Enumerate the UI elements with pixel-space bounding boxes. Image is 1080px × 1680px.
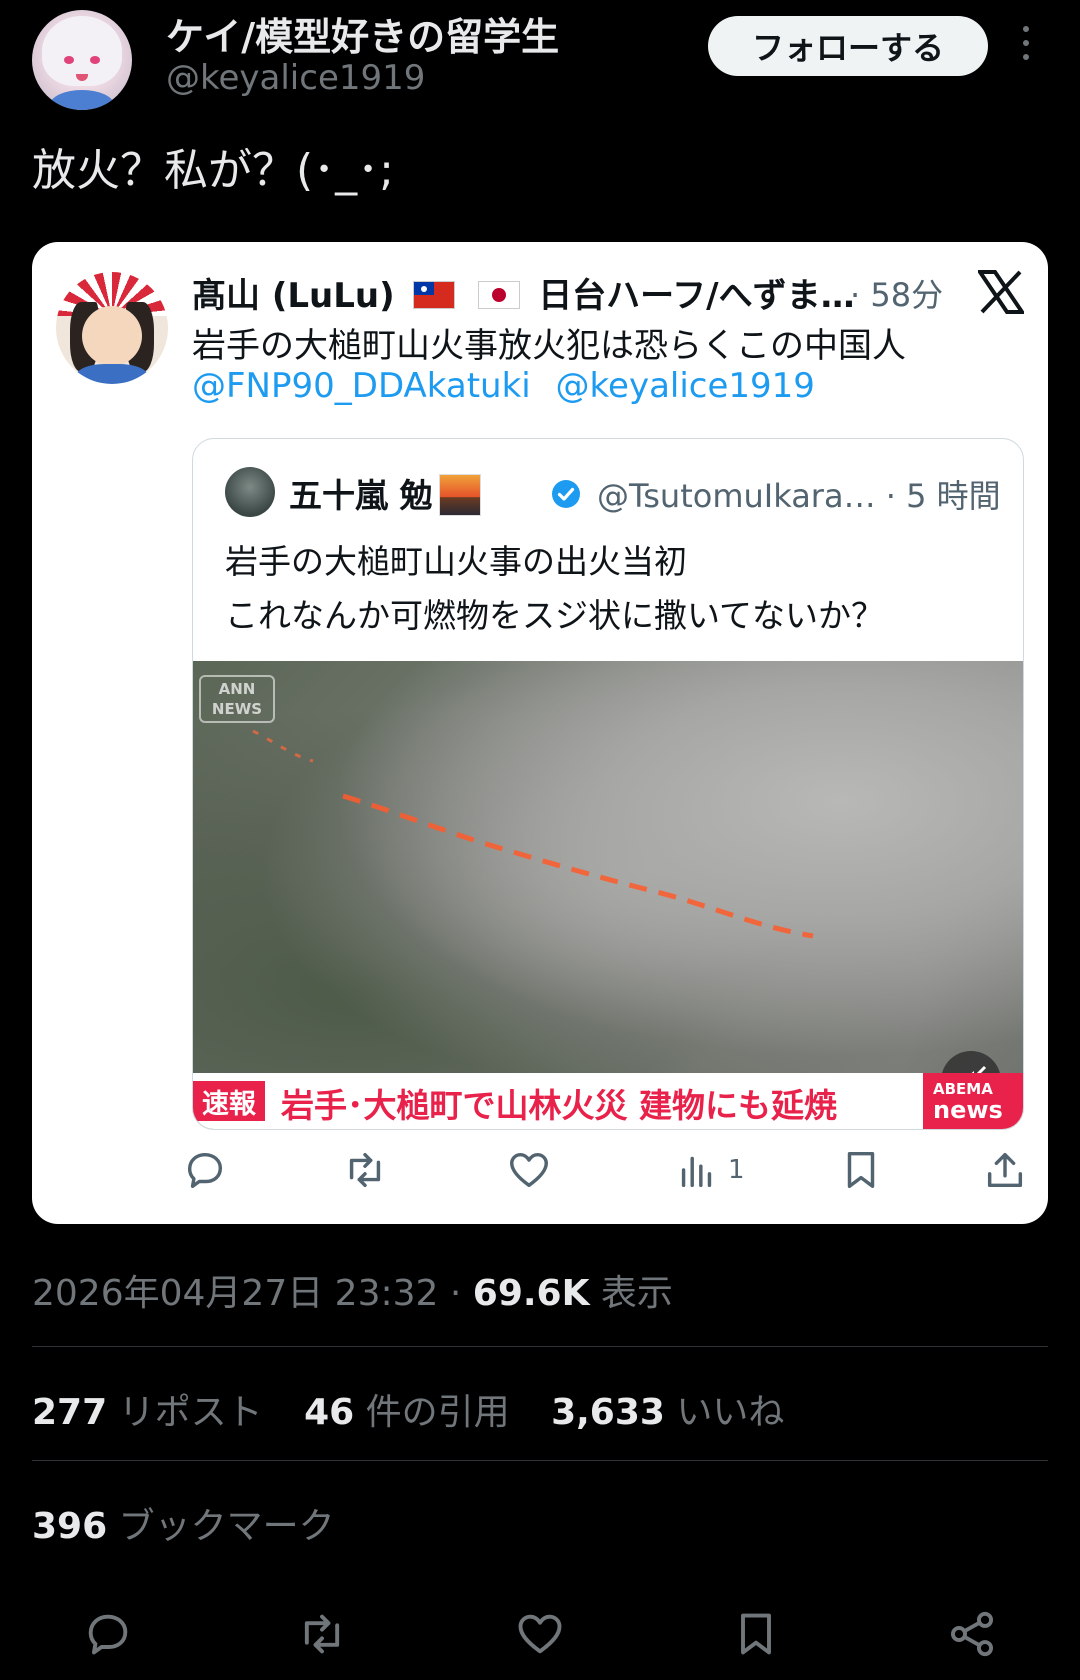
divider (32, 1346, 1048, 1347)
quoted-author-avatar (56, 272, 168, 384)
nested-author-name: 五十嵐 勉 (289, 469, 481, 519)
quoted-mentions: @FNP90_DDAkatuki @keyalice1919 (192, 366, 829, 406)
tweet-text: 放火？私が？(･_･; (32, 145, 394, 196)
likes-label: いいね (664, 1392, 785, 1433)
reply-icon[interactable] (82, 1608, 134, 1660)
mention-link: @FNP90_DDAkatuki (192, 366, 531, 406)
reposts-stat[interactable]: 277 リポスト (32, 1392, 263, 1433)
taiwan-flag-icon (412, 280, 455, 309)
repost-icon[interactable] (296, 1608, 348, 1660)
quotes-count: 46 (304, 1392, 355, 1433)
quoted-screenshot-image[interactable]: 髙山 (LuLu) 日台ハーフ/へずま… · 58分 岩手の大槌町山火事放火犯は… (32, 242, 1048, 1224)
quoted-author-name-text: 髙山 (LuLu) (192, 276, 395, 316)
quoted-time: · 58分 (850, 276, 944, 314)
views-count: 69.6K (472, 1273, 590, 1314)
likes-stat[interactable]: 3,633 いいね (551, 1392, 784, 1433)
breaking-news-banner: 速報 岩手･大槌町で山林火災 建物にも延焼 ABEMA news (193, 1073, 1023, 1129)
fire-line-graphic (252, 729, 814, 939)
follow-button[interactable]: フォローする (708, 16, 988, 76)
author-handle[interactable]: @keyalice1919 (166, 58, 425, 98)
breaking-text: 岩手･大槌町で山林火災 建物にも延焼 (281, 1086, 837, 1125)
reposts-count: 277 (32, 1392, 108, 1433)
quoted-views-icon (681, 1156, 712, 1188)
author-display-name[interactable]: ケイ/模型好きの留学生 (166, 6, 559, 61)
bookmarks-stat: 396 ブックマーク (32, 1497, 335, 1549)
mention-link: @keyalice1919 (555, 366, 815, 406)
likes-count: 3,633 (551, 1392, 665, 1433)
quotes-stat[interactable]: 46 件の引用 (304, 1392, 510, 1433)
quoted-reply-icon (182, 1142, 228, 1198)
reposts-label: リポスト (107, 1392, 263, 1433)
ann-news-logo: ANN NEWS (199, 675, 275, 723)
quotes-label: 件の引用 (354, 1392, 510, 1433)
post-action-bar (0, 1600, 1080, 1664)
nested-handle-time: @TsutomuIkara… · 5 時間 (597, 477, 1001, 515)
like-icon[interactable] (514, 1608, 566, 1660)
post-timestamp-views: 2026年04月27日 23:32 · 69.6K 表示 (32, 1264, 673, 1316)
quoted-share-icon (982, 1142, 1028, 1198)
abema-logo-bottom: news (933, 1096, 1003, 1124)
quoted-bookmark-icon (838, 1142, 884, 1198)
x-logo-icon (978, 270, 1024, 314)
quoted-repost-icon (342, 1142, 388, 1198)
nested-text-line: 岩手の大槌町山火事の出火当初 (225, 542, 687, 581)
abema-news-logo: ABEMA news (923, 1073, 1023, 1129)
post-timestamp[interactable]: 2026年04月27日 23:32 · (32, 1273, 473, 1314)
quoted-action-bar: 1 (32, 1142, 1048, 1202)
breaking-tag: 速報 (193, 1081, 265, 1121)
quoted-view-count: 1 (728, 1155, 745, 1185)
verified-badge-icon (552, 480, 580, 508)
quoted-text: 岩手の大槌町山火事放火犯は恐らくこの中国人 (192, 326, 906, 366)
engagement-stats: 277 リポスト 46 件の引用 3,633 いいね (32, 1383, 814, 1435)
bookmark-icon[interactable] (730, 1608, 782, 1660)
more-options-icon[interactable] (1018, 26, 1034, 66)
share-icon[interactable] (946, 1608, 998, 1660)
nested-text: 岩手の大槌町山火事の出火当初 これなんか可燃物をスジ状に撒いてないか？ (225, 535, 884, 643)
wildfire-video-frame: ANN NEWS 速報 岩手･大槌町で山林火災 建物にも延焼 ABEMA new… (193, 661, 1023, 1129)
quoted-author-name-suffix: 日台ハーフ/へずま… (538, 276, 855, 316)
bookmarks-count: 396 (32, 1506, 108, 1547)
bookmarks-label: ブックマーク (107, 1506, 335, 1547)
quoted-like-icon (506, 1142, 552, 1198)
divider (32, 1460, 1048, 1461)
views-label: 表示 (589, 1273, 673, 1314)
nested-text-line: これなんか可燃物をスジ状に撒いてないか？ (225, 596, 885, 635)
japan-flag-icon (478, 280, 521, 309)
sunset-emoji-icon (438, 473, 481, 516)
nested-author-name-text: 五十嵐 勉 (289, 476, 433, 515)
nested-author-avatar (225, 467, 275, 517)
quoted-author-name: 髙山 (LuLu) 日台ハーフ/へずま… (192, 268, 855, 317)
quoted-views: 1 (674, 1142, 745, 1198)
nested-quoted-tweet: 五十嵐 勉 @TsutomuIkara… · 5 時間 岩手の大槌町山火事の出火… (192, 438, 1024, 1130)
author-avatar[interactable] (32, 10, 132, 110)
